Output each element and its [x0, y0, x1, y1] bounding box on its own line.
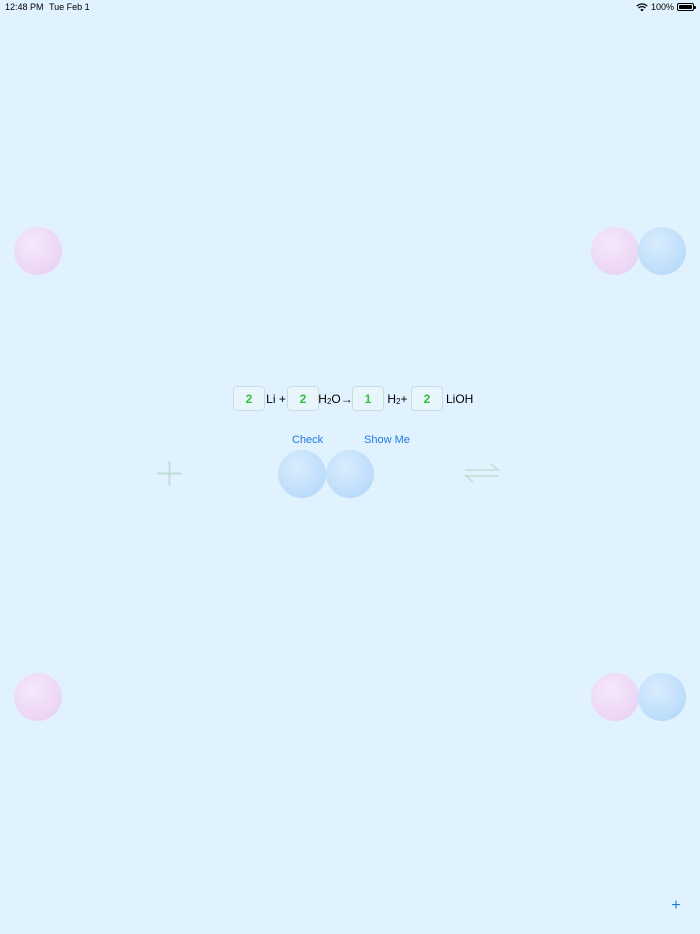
coefficient-lioh[interactable]: 2 — [411, 386, 443, 411]
battery-icon — [677, 3, 696, 11]
atom-hydrogen-center-left — [278, 450, 326, 498]
battery-percent: 100% — [650, 2, 674, 12]
coefficient-h2o[interactable]: 2 — [287, 386, 319, 411]
reaction-arrow: → — [340, 391, 353, 406]
atom-lithium-top-right — [591, 227, 639, 275]
battery-fill — [679, 5, 692, 9]
plus-icon — [157, 461, 182, 486]
h2-plus: + — [400, 391, 408, 406]
status-time: 12:48 PM — [5, 2, 44, 12]
status-right: 100% — [636, 2, 696, 12]
term-h2: H2 + — [384, 391, 411, 407]
term-li: Li + — [266, 391, 286, 406]
h2-h: H — [387, 391, 397, 406]
atom-hydrogen-center-right — [326, 450, 374, 498]
atom-lithium-bottom-left — [14, 673, 62, 721]
status-bar: 12:48 PM Tue Feb 1 100% — [0, 0, 700, 16]
add-button[interactable]: + — [668, 898, 684, 914]
chemical-equation: 2 Li + 2 H 2 O → 1 H2 + 2 LiOH — [233, 386, 474, 411]
coefficient-li[interactable]: 2 — [233, 386, 265, 411]
wifi-icon — [636, 2, 648, 11]
atom-hydrogen-bottom-right — [638, 673, 686, 721]
h2o-subscript: 2 — [326, 397, 332, 406]
atom-hydrogen-top-right — [638, 227, 686, 275]
term-lioh: LiOH — [446, 391, 474, 406]
status-date: Tue Feb 1 — [49, 2, 90, 12]
show-me-button[interactable]: Show Me — [364, 434, 410, 446]
h2o-h: H — [318, 391, 327, 406]
h2-subscript: 2 — [396, 397, 401, 406]
coefficient-h2[interactable]: 1 — [352, 386, 384, 411]
atom-lithium-bottom-right — [591, 673, 639, 721]
check-button[interactable]: Check — [292, 434, 323, 446]
atom-lithium-top-left — [14, 227, 62, 275]
screen: 12:48 PM Tue Feb 1 100% 2 Li + 2 H 2 O → 1 — [0, 0, 700, 934]
h2o-o: O — [331, 391, 341, 406]
equilibrium-arrows-icon — [464, 463, 500, 483]
term-h2o: H 2 O → — [318, 391, 353, 407]
